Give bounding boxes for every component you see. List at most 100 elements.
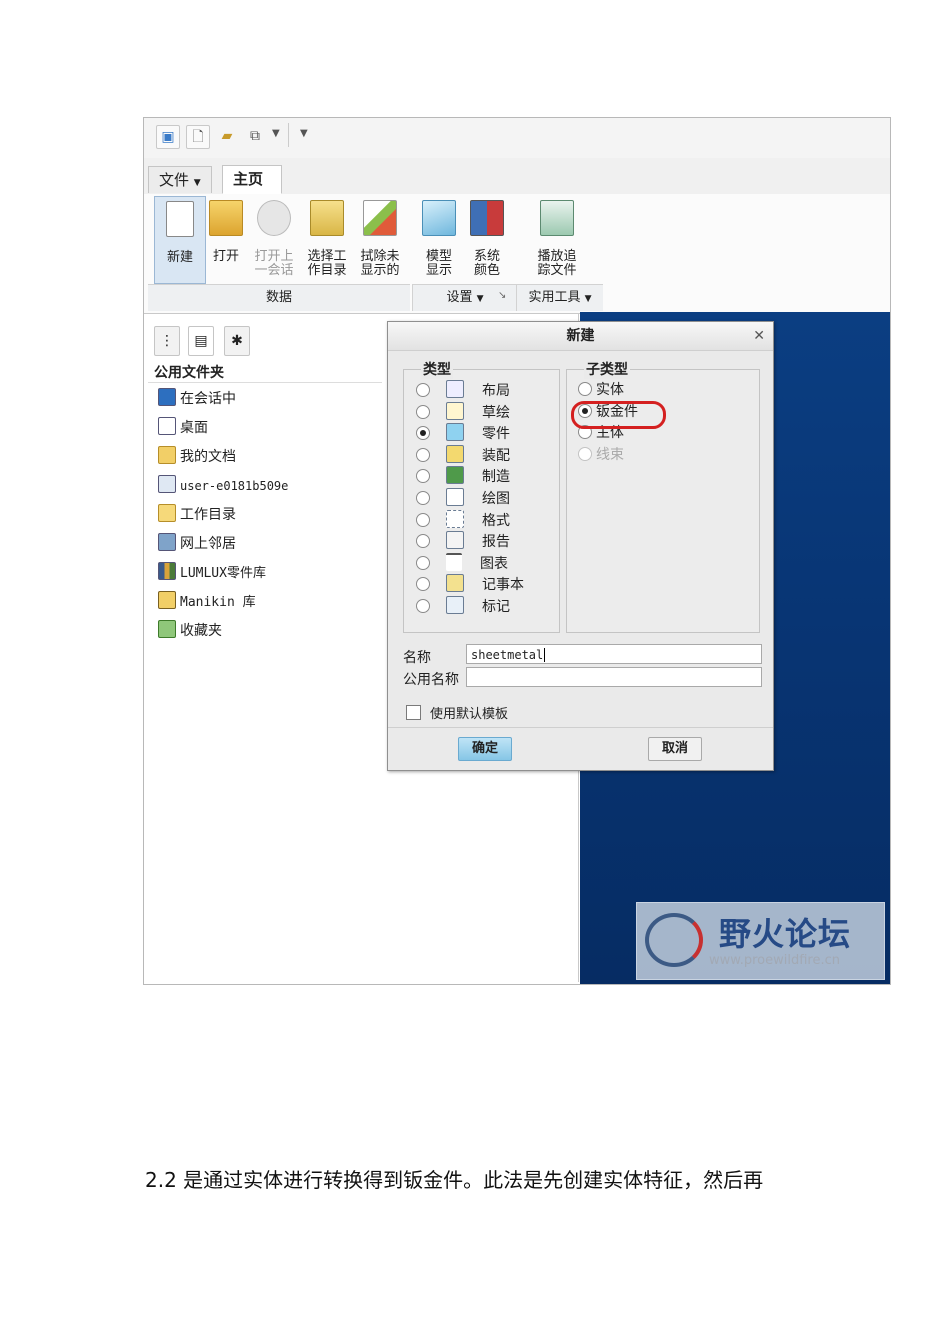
group-settings-label: 设置	[446, 290, 473, 305]
nav-item-desktop[interactable]: 桌面	[158, 417, 208, 439]
select-working-dir-button[interactable]: 选择工 作目录	[302, 196, 352, 282]
close-icon[interactable]: ✕	[753, 322, 765, 350]
type-option-assembly[interactable]: 装配	[416, 444, 524, 467]
type-label: 绘图	[482, 490, 510, 507]
nav-item-label: 网上邻居	[180, 536, 236, 552]
subtype-label: 线束	[596, 446, 624, 463]
dropdown-arrow-icon[interactable]: ▼	[272, 128, 280, 139]
type-option-drawing[interactable]: 绘图	[416, 487, 524, 510]
nav-item-lumlux-library[interactable]: LUMLUX零件库	[158, 562, 266, 584]
type-label: 布局	[482, 383, 510, 399]
tab-file[interactable]: 文件 ▼	[148, 166, 212, 193]
ribbon: 新建 打开 打开上 一会话 选择工 作目录 拭除未 显示的 模型 显示 系统 颜…	[144, 194, 890, 314]
name-label: 名称	[403, 650, 431, 666]
drawing-icon	[446, 487, 464, 506]
type-label: 图表	[480, 555, 508, 572]
use-default-template-label: 使用默认模板	[430, 707, 509, 722]
folder-star-icon	[158, 504, 176, 522]
app-icon[interactable]: ▣	[156, 125, 180, 149]
common-name-field[interactable]	[466, 667, 762, 687]
type-option-report[interactable]: 报告	[416, 531, 524, 553]
subtype-option-harness: 线束	[578, 445, 638, 467]
color-grid-icon	[470, 200, 504, 236]
dialog-title-text: 新建	[566, 328, 595, 344]
forum-logo-icon	[645, 913, 703, 967]
type-option-part[interactable]: 零件	[416, 423, 524, 445]
model-display-button[interactable]: 模型 显示	[414, 196, 464, 282]
play-trail-button[interactable]: 播放追 踪文件	[532, 196, 582, 282]
nav-item-network[interactable]: 网上邻居	[158, 533, 236, 555]
highlight-circle	[571, 401, 666, 429]
markup-icon	[446, 595, 464, 614]
window-icon[interactable]: ⧉	[244, 125, 266, 147]
subtype-option-solid[interactable]: 实体	[578, 380, 638, 402]
open-last-session-button[interactable]: 打开上 一会话	[249, 196, 299, 282]
blank-page-icon	[166, 201, 194, 237]
library-folder-icon	[158, 591, 176, 609]
group-utilities[interactable]: 实用工具 ▼	[516, 284, 603, 311]
nav-item-favorites[interactable]: 收藏夹	[158, 620, 222, 642]
type-option-notebook[interactable]: 记事本	[416, 574, 524, 596]
type-legend: 类型	[421, 359, 453, 379]
customize-arrow-icon[interactable]: ▼	[300, 128, 308, 139]
quick-access-toolbar: ▣ 🗋 ▰ ⧉ ▼ ▼	[144, 118, 890, 158]
nav-item-manikin-library[interactable]: Manikin 库	[158, 591, 256, 613]
nav-item-label: 工作目录	[180, 507, 236, 523]
folder-check-icon	[310, 200, 344, 236]
type-option-layout[interactable]: 布局	[416, 380, 524, 402]
dialog-title: 新建	[388, 322, 773, 351]
ok-button[interactable]: 确定	[458, 737, 512, 761]
system-colors-label: 系统 颜色	[473, 249, 500, 278]
use-default-template-checkbox[interactable]	[406, 705, 421, 720]
cancel-button[interactable]: 取消	[648, 737, 702, 761]
folder-icon	[158, 446, 176, 464]
divider	[148, 382, 382, 383]
open-last-session-label: 打开上 一会话	[254, 249, 294, 278]
folder-browser-tab-icon[interactable]: ▤	[188, 326, 214, 356]
sketch-icon	[446, 401, 464, 420]
monitor-icon	[158, 388, 176, 406]
session-icon	[257, 200, 291, 236]
system-colors-button[interactable]: 系统 颜色	[462, 196, 512, 282]
nav-item-my-documents[interactable]: 我的文档	[158, 446, 236, 468]
favorites-tab-icon[interactable]: ✱	[224, 326, 250, 356]
nav-item-label: Manikin 库	[180, 595, 256, 610]
caption-text: 是通过实体进行转换得到钣金件。此法是先创建实体特征，然后再	[183, 1168, 764, 1192]
nav-item-user[interactable]: user-e0181b509e	[158, 475, 288, 497]
name-field[interactable]: sheetmetal	[466, 644, 762, 664]
dialog-launcher-icon[interactable]: ↘	[498, 290, 506, 301]
assembly-icon	[446, 444, 464, 463]
nav-item-in-session[interactable]: 在会话中	[158, 388, 236, 410]
application-window: ▣ 🗋 ▰ ⧉ ▼ ▼ 文件 ▼ 主页 新建 打开 打开上 一会话 选择工 作目…	[143, 117, 891, 985]
open-folder-icon[interactable]: ▰	[216, 125, 238, 147]
new-button[interactable]: 新建	[154, 196, 206, 284]
type-option-sketch[interactable]: 草绘	[416, 401, 524, 424]
model-display-label: 模型 显示	[425, 249, 452, 278]
nav-item-label: LUMLUX零件库	[180, 566, 266, 581]
open-button[interactable]: 打开	[201, 196, 251, 282]
cube-icon	[422, 200, 456, 236]
new-dialog: 新建 ✕ 类型 布局 草绘 零件 装配 制造 绘图 格式 报告 图表 记事本 标…	[387, 321, 774, 771]
text-caret	[544, 648, 546, 662]
cancel-button-label: 取消	[661, 741, 688, 756]
type-label: 记事本	[482, 577, 524, 594]
library-icon	[158, 562, 176, 580]
model-tree-tab-icon[interactable]: ⋮	[154, 326, 180, 356]
type-option-markup[interactable]: 标记	[416, 595, 524, 618]
select-working-dir-label: 选择工 作目录	[307, 249, 347, 278]
manufacturing-icon	[446, 466, 464, 485]
format-icon	[446, 509, 464, 528]
document-caption: 2.2 是通过实体进行转换得到钣金件。此法是先创建实体特征，然后再	[145, 1164, 763, 1193]
tab-home[interactable]: 主页	[222, 165, 282, 194]
type-option-diagram[interactable]: 图表	[416, 552, 524, 575]
type-option-format[interactable]: 格式	[416, 509, 524, 532]
erase-not-displayed-label: 拭除未 显示的	[360, 249, 400, 278]
erase-not-displayed-button[interactable]: 拭除未 显示的	[355, 196, 405, 282]
open-folder-icon	[209, 200, 243, 236]
desktop-icon	[158, 417, 176, 435]
type-option-manufacturing[interactable]: 制造	[416, 466, 524, 488]
nav-item-working-dir[interactable]: 工作目录	[158, 504, 236, 526]
subtype-legend: 子类型	[584, 359, 630, 379]
tab-file-label: 文件	[159, 171, 190, 189]
new-file-icon[interactable]: 🗋	[186, 125, 210, 149]
